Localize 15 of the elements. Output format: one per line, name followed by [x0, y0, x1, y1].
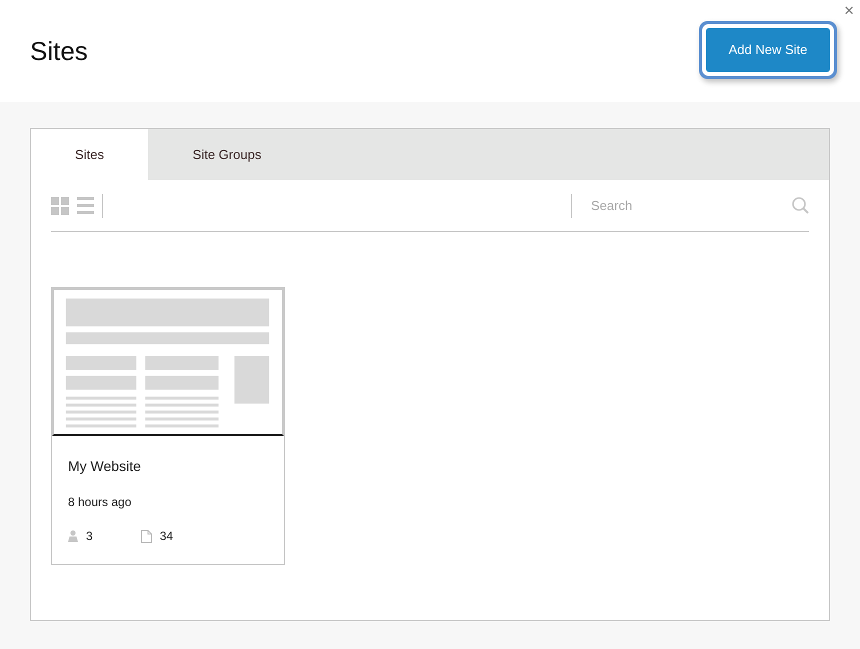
site-name: My Website — [68, 457, 142, 476]
list-view-icon[interactable] — [77, 197, 94, 214]
user-count: 3 — [86, 528, 93, 545]
page-count: 34 — [160, 528, 174, 545]
add-new-site-button[interactable]: Add New Site — [706, 28, 830, 72]
page-title: Sites — [30, 36, 88, 68]
person-icon — [68, 530, 78, 542]
grid-view-icon[interactable] — [51, 196, 69, 214]
close-button[interactable]: × — [844, 2, 854, 19]
site-card[interactable]: My Website 8 hours ago 3 34 — [51, 287, 285, 565]
tab[interactable]: Site Groups — [148, 129, 306, 180]
tab[interactable]: Sites — [31, 129, 148, 180]
updated-time: 8 hours ago — [68, 494, 132, 511]
page-icon — [140, 530, 152, 542]
search-icon[interactable] — [792, 197, 809, 214]
